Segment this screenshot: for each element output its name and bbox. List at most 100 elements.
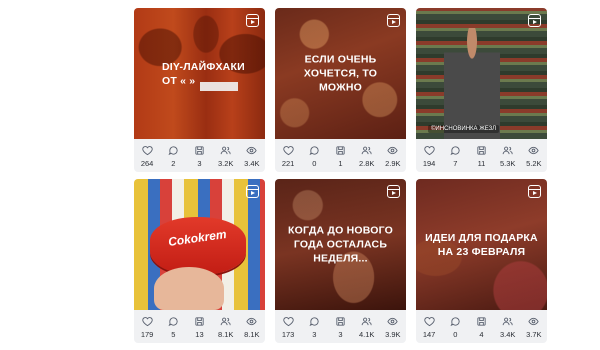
reel-thumbnail[interactable]: ©ИНСНОВИНКА ЖЕЗЛ bbox=[416, 8, 547, 139]
reels-grid: DIY-ЛАЙФХАКИ ОТ « » 264 2 3 3.2K 3.4K ЕС… bbox=[0, 0, 600, 350]
reel-stats: 179 5 13 8.1K 8.1K bbox=[134, 313, 265, 343]
users-icon bbox=[220, 317, 231, 326]
users-icon bbox=[361, 146, 372, 155]
saves-stat: 1 bbox=[330, 142, 350, 168]
heart-icon bbox=[141, 317, 153, 327]
reach-count: 3.2K bbox=[217, 159, 234, 168]
redacted-block bbox=[200, 82, 238, 91]
hand bbox=[154, 267, 224, 310]
eye-icon bbox=[528, 317, 539, 326]
comments-count: 7 bbox=[453, 159, 458, 168]
reel-stats: 221 0 1 2.8K 2.9K bbox=[275, 142, 406, 172]
reel-icon bbox=[528, 185, 541, 198]
overlay-caption: ИДЕИ ДЛЯ ПОДАРКА НА 23 ФЕВРАЛЯ bbox=[425, 231, 538, 258]
likes-stat: 173 bbox=[278, 313, 298, 339]
reel-thumbnail[interactable]: DIY-ЛАЙФХАКИ ОТ « » bbox=[134, 8, 265, 139]
overlay-caption: КОГДА ДО НОВОГО ГОДА ОСТАЛАСЬ НЕДЕЛЯ... bbox=[287, 224, 394, 265]
comment-icon bbox=[450, 146, 460, 156]
reel-card[interactable]: ИДЕИ ДЛЯ ПОДАРКА НА 23 ФЕВРАЛЯ 147 0 4 3… bbox=[416, 179, 547, 343]
users-icon bbox=[220, 146, 231, 155]
product-tub bbox=[150, 217, 246, 275]
reel-thumbnail[interactable]: Cokokrem bbox=[134, 179, 265, 310]
person-figure bbox=[444, 28, 500, 139]
reach-count: 3.4K bbox=[499, 330, 516, 339]
reel-card[interactable]: DIY-ЛАЙФХАКИ ОТ « » 264 2 3 3.2K 3.4K bbox=[134, 8, 265, 172]
reel-thumbnail[interactable]: ЕСЛИ ОЧЕНЬ ХОЧЕТСЯ, ТО МОЖНО bbox=[275, 8, 406, 139]
comment-icon bbox=[450, 317, 460, 327]
reel-icon bbox=[246, 14, 259, 27]
likes-stat: 221 bbox=[278, 142, 298, 168]
likes-count: 179 bbox=[140, 330, 154, 339]
reach-stat: 3.2K bbox=[216, 142, 236, 168]
users-icon bbox=[502, 317, 513, 326]
reach-count: 4.1K bbox=[358, 330, 375, 339]
views-stat: 3.9K bbox=[383, 313, 403, 339]
reach-stat: 4.1K bbox=[357, 313, 377, 339]
reel-thumbnail[interactable]: ИДЕИ ДЛЯ ПОДАРКА НА 23 ФЕВРАЛЯ bbox=[416, 179, 547, 310]
comments-count: 0 bbox=[312, 159, 317, 168]
reel-card[interactable]: Cokokrem 179 5 13 8.1K 8.1K bbox=[134, 179, 265, 343]
reel-stats: 173 3 3 4.1K 3.9K bbox=[275, 313, 406, 343]
views-stat: 8.1K bbox=[242, 313, 262, 339]
heart-icon bbox=[423, 146, 435, 156]
reel-icon bbox=[387, 14, 400, 27]
save-icon bbox=[477, 317, 486, 326]
likes-stat: 194 bbox=[419, 142, 439, 168]
views-count: 2.9K bbox=[385, 159, 401, 168]
saves-stat: 3 bbox=[330, 313, 350, 339]
saves-count: 11 bbox=[477, 159, 486, 168]
likes-count: 194 bbox=[422, 159, 436, 168]
users-icon bbox=[502, 146, 513, 155]
eye-icon bbox=[528, 146, 539, 155]
reach-stat: 8.1K bbox=[216, 313, 236, 339]
comments-stat: 7 bbox=[445, 142, 465, 168]
views-count: 8.1K bbox=[244, 330, 260, 339]
likes-stat: 179 bbox=[137, 313, 157, 339]
comments-stat: 5 bbox=[163, 313, 183, 339]
views-count: 3.7K bbox=[526, 330, 542, 339]
views-count: 3.4K bbox=[244, 159, 260, 168]
heart-icon bbox=[282, 317, 294, 327]
reach-stat: 2.8K bbox=[357, 142, 377, 168]
eye-icon bbox=[246, 317, 257, 326]
reel-card[interactable]: ЕСЛИ ОЧЕНЬ ХОЧЕТСЯ, ТО МОЖНО 221 0 1 2.8… bbox=[275, 8, 406, 172]
reel-card[interactable]: КОГДА ДО НОВОГО ГОДА ОСТАЛАСЬ НЕДЕЛЯ... … bbox=[275, 179, 406, 343]
reel-card[interactable]: ©ИНСНОВИНКА ЖЕЗЛ 194 7 11 5.3K 5.2K bbox=[416, 8, 547, 172]
likes-count: 221 bbox=[281, 159, 295, 168]
comments-stat: 0 bbox=[304, 142, 324, 168]
reel-stats: 147 0 4 3.4K 3.7K bbox=[416, 313, 547, 343]
views-count: 3.9K bbox=[385, 330, 401, 339]
views-stat: 5.2K bbox=[524, 142, 544, 168]
reel-icon bbox=[246, 185, 259, 198]
comments-count: 2 bbox=[171, 159, 176, 168]
comment-icon bbox=[309, 146, 319, 156]
saves-stat: 4 bbox=[471, 313, 491, 339]
views-count: 5.2K bbox=[526, 159, 542, 168]
comments-count: 0 bbox=[453, 330, 458, 339]
reach-count: 8.1K bbox=[217, 330, 234, 339]
comments-count: 3 bbox=[312, 330, 317, 339]
comments-count: 5 bbox=[171, 330, 176, 339]
save-icon bbox=[477, 146, 486, 155]
comments-stat: 3 bbox=[304, 313, 324, 339]
saves-stat: 3 bbox=[189, 142, 209, 168]
saves-count: 13 bbox=[195, 330, 204, 339]
reach-count: 2.8K bbox=[358, 159, 375, 168]
reel-thumbnail[interactable]: КОГДА ДО НОВОГО ГОДА ОСТАЛАСЬ НЕДЕЛЯ... bbox=[275, 179, 406, 310]
heart-icon bbox=[141, 146, 153, 156]
likes-stat: 147 bbox=[419, 313, 439, 339]
eye-icon bbox=[387, 317, 398, 326]
reach-count: 5.3K bbox=[499, 159, 516, 168]
comments-stat: 0 bbox=[445, 313, 465, 339]
eye-icon bbox=[246, 146, 257, 155]
heart-icon bbox=[282, 146, 294, 156]
views-stat: 3.4K bbox=[242, 142, 262, 168]
save-icon bbox=[195, 317, 204, 326]
reel-stats: 194 7 11 5.3K 5.2K bbox=[416, 142, 547, 172]
saves-count: 4 bbox=[479, 330, 484, 339]
saves-count: 1 bbox=[338, 159, 343, 168]
comment-icon bbox=[168, 146, 178, 156]
reach-stat: 5.3K bbox=[498, 142, 518, 168]
comment-icon bbox=[168, 317, 178, 327]
users-icon bbox=[361, 317, 372, 326]
